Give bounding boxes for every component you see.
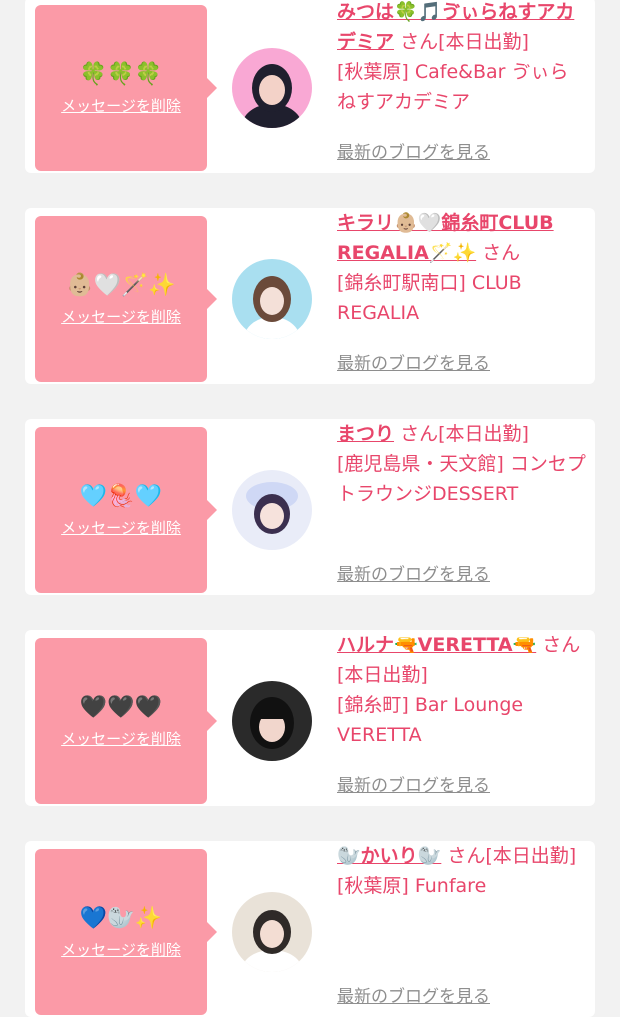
delete-message-link[interactable]: メッセージを削除 xyxy=(61,939,181,960)
delete-message-link[interactable]: メッセージを削除 xyxy=(61,728,181,749)
cast-info: ハルナ🔫VERETTA🔫 さん[本日出勤] [錦糸町] Bar Lounge V… xyxy=(337,630,587,750)
message-emoji: 🩵🪼🩵 xyxy=(79,483,163,509)
message-bubble: 💙🦭✨ メッセージを削除 xyxy=(35,849,217,1015)
cast-suffix: さん[本日出勤] xyxy=(400,31,529,53)
cast-info: キラリ👶🏼🤍錦糸町CLUB REGALIA🪄✨ さん [錦糸町駅南口] CLUB… xyxy=(337,208,587,328)
avatar[interactable] xyxy=(232,48,312,128)
cast-name-link[interactable]: まつり xyxy=(337,423,394,445)
avatar[interactable] xyxy=(232,470,312,550)
avatar[interactable] xyxy=(232,892,312,972)
latest-blog-link[interactable]: 最新のブログを見る xyxy=(337,138,490,163)
message-bubble: 👶🏼🤍🪄✨ メッセージを削除 xyxy=(35,216,217,382)
cast-name-link[interactable]: 🦭かいり🦭 xyxy=(337,845,441,867)
latest-blog-link[interactable]: 最新のブログを見る xyxy=(337,771,490,796)
latest-blog-link[interactable]: 最新のブログを見る xyxy=(337,982,490,1007)
message-emoji: 🖤🖤🖤 xyxy=(79,694,163,720)
message-emoji: 🍀🍀🍀 xyxy=(79,61,163,87)
cast-card: 🖤🖤🖤 メッセージを削除 ハルナ🔫VERETTA🔫 さん[本日出勤] [錦糸町]… xyxy=(25,630,595,806)
shop-name: [秋葉原] Cafe&Bar ゔぃらねすアカデミア xyxy=(337,61,569,113)
message-emoji: 💙🦭✨ xyxy=(79,905,163,931)
delete-message-link[interactable]: メッセージを削除 xyxy=(61,517,181,538)
latest-blog-link[interactable]: 最新のブログを見る xyxy=(337,349,490,374)
shop-name: [秋葉原] Funfare xyxy=(337,875,487,897)
message-bubble: 🖤🖤🖤 メッセージを削除 xyxy=(35,638,217,804)
message-bubble: 🩵🪼🩵 メッセージを削除 xyxy=(35,427,217,593)
cast-name-link[interactable]: ハルナ🔫VERETTA🔫 xyxy=(337,634,536,656)
cast-info: まつり さん[本日出勤] [鹿児島県・天文館] コンセプトラウンジDESSERT xyxy=(337,419,587,509)
avatar[interactable] xyxy=(232,259,312,339)
avatar[interactable] xyxy=(232,681,312,761)
cast-card: 🩵🪼🩵 メッセージを削除 まつり さん[本日出勤] [鹿児島県・天文館] コンセ… xyxy=(25,419,595,595)
cast-card: 👶🏼🤍🪄✨ メッセージを削除 キラリ👶🏼🤍錦糸町CLUB REGALIA🪄✨ さ… xyxy=(25,208,595,384)
shop-name: [錦糸町駅南口] CLUB REGALIA xyxy=(337,272,522,324)
cast-info: みつは🍀🎵ゔぃらねすアカデミア さん[本日出勤] [秋葉原] Cafe&Bar … xyxy=(337,0,587,117)
cast-suffix: さん xyxy=(482,242,521,264)
latest-blog-link[interactable]: 最新のブログを見る xyxy=(337,560,490,585)
shop-name: [錦糸町] Bar Lounge VERETTA xyxy=(337,694,524,746)
favorite-cast-list: 🍀🍀🍀 メッセージを削除 みつは🍀🎵ゔぃらねすアカデミア さん[本日出勤] [秋… xyxy=(0,0,620,1017)
cast-card: 🍀🍀🍀 メッセージを削除 みつは🍀🎵ゔぃらねすアカデミア さん[本日出勤] [秋… xyxy=(25,0,595,173)
cast-info: 🦭かいり🦭 さん[本日出勤] [秋葉原] Funfare xyxy=(337,841,587,901)
cast-suffix: さん[本日出勤] xyxy=(447,845,577,867)
delete-message-link[interactable]: メッセージを削除 xyxy=(61,95,181,116)
delete-message-link[interactable]: メッセージを削除 xyxy=(61,306,181,327)
cast-suffix: さん[本日出勤] xyxy=(400,423,529,445)
cast-card: 💙🦭✨ メッセージを削除 🦭かいり🦭 さん[本日出勤] [秋葉原] Funfar… xyxy=(25,841,595,1017)
message-bubble: 🍀🍀🍀 メッセージを削除 xyxy=(35,5,217,171)
message-emoji: 👶🏼🤍🪄✨ xyxy=(66,272,176,298)
cast-name-link[interactable]: キラリ👶🏼🤍錦糸町CLUB REGALIA🪄✨ xyxy=(337,212,554,264)
shop-name: [鹿児島県・天文館] コンセプトラウンジDESSERT xyxy=(337,453,586,505)
